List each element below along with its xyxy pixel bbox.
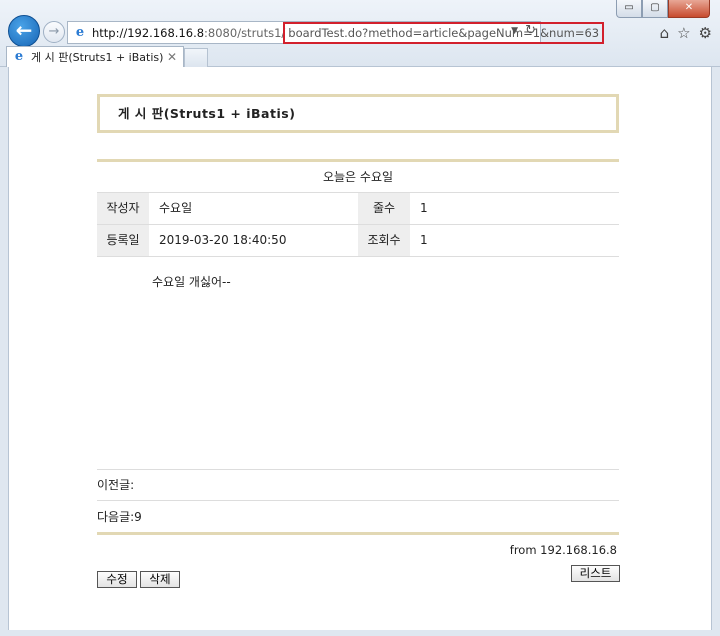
list-button[interactable]: 리스트 <box>571 565 620 582</box>
address-bar[interactable]: e http://192.168.16.8:8080/struts1/board… <box>67 21 605 44</box>
prev-article-link[interactable]: 이전글: <box>97 470 619 501</box>
favorites-star-icon[interactable]: ☆ <box>677 24 690 42</box>
arrow-right-icon: → <box>48 24 60 39</box>
date-value: 2019-03-20 18:40:50 <box>159 233 287 247</box>
delete-button[interactable]: 삭제 <box>140 571 180 588</box>
info-row-date: 등록일 2019-03-20 18:40:50 조회수 1 <box>97 225 619 257</box>
ie-logo-icon: e <box>75 24 85 40</box>
page-viewport: 게 시 판(Struts1 + iBatis) 오늘은 수요일 작성자 수요일 … <box>8 67 712 630</box>
edit-button[interactable]: 수정 <box>97 571 137 588</box>
settings-gear-icon[interactable]: ⚙ <box>699 24 712 42</box>
next-article-link[interactable]: 다음글:9 <box>97 502 619 533</box>
lines-value: 1 <box>420 201 428 215</box>
new-tab-button[interactable] <box>184 48 208 67</box>
writer-label: 작성자 <box>97 193 149 224</box>
url-path: :8080/struts1/ <box>204 25 286 40</box>
window-controls: ▭ ▢ ✕ <box>616 0 710 18</box>
browser-tab[interactable]: e 게 시 판(Struts1 + iBatis) ✕ <box>6 46 184 67</box>
minimize-button[interactable]: ▭ <box>616 0 642 18</box>
hits-value: 1 <box>420 233 428 247</box>
info-row-writer: 작성자 수요일 줄수 1 <box>97 193 619 225</box>
article-content: 수요일 개싫어-- <box>152 275 231 289</box>
arrow-left-icon: ← <box>15 18 33 42</box>
url-host: http://192.168.16.8 <box>92 25 205 40</box>
refresh-icon[interactable]: ↻ <box>525 23 536 38</box>
divider-bottom <box>97 532 619 535</box>
board-title: 게 시 판(Struts1 + iBatis) <box>97 94 619 133</box>
forward-button[interactable]: → <box>43 21 65 43</box>
tab-close-icon[interactable]: ✕ <box>167 50 177 64</box>
home-icon[interactable]: ⌂ <box>660 24 670 42</box>
address-dropdown-icon[interactable]: ▼ <box>511 26 518 36</box>
ie-logo-icon: e <box>14 49 24 64</box>
back-button[interactable]: ← <box>8 15 40 47</box>
url-highlighted-query: boardTest.do?method=article&pageNum=1&nu… <box>283 21 605 44</box>
maximize-button[interactable]: ▢ <box>642 0 668 18</box>
from-ip: from 192.168.16.8 <box>509 543 617 557</box>
writer-value: 수요일 <box>159 201 193 215</box>
browser-tools: ⌂ ☆ ⚙ <box>660 24 712 42</box>
hits-label: 조회수 <box>358 225 410 256</box>
browser-chrome: ▭ ▢ ✕ ← → e http://192.168.16.8:8080/str… <box>0 0 720 67</box>
lines-label: 줄수 <box>358 193 410 224</box>
close-window-button[interactable]: ✕ <box>668 0 710 18</box>
article-subject: 오늘은 수요일 <box>97 162 619 193</box>
tab-title: 게 시 판(Struts1 + iBatis) <box>31 51 164 64</box>
date-label: 등록일 <box>97 225 149 256</box>
